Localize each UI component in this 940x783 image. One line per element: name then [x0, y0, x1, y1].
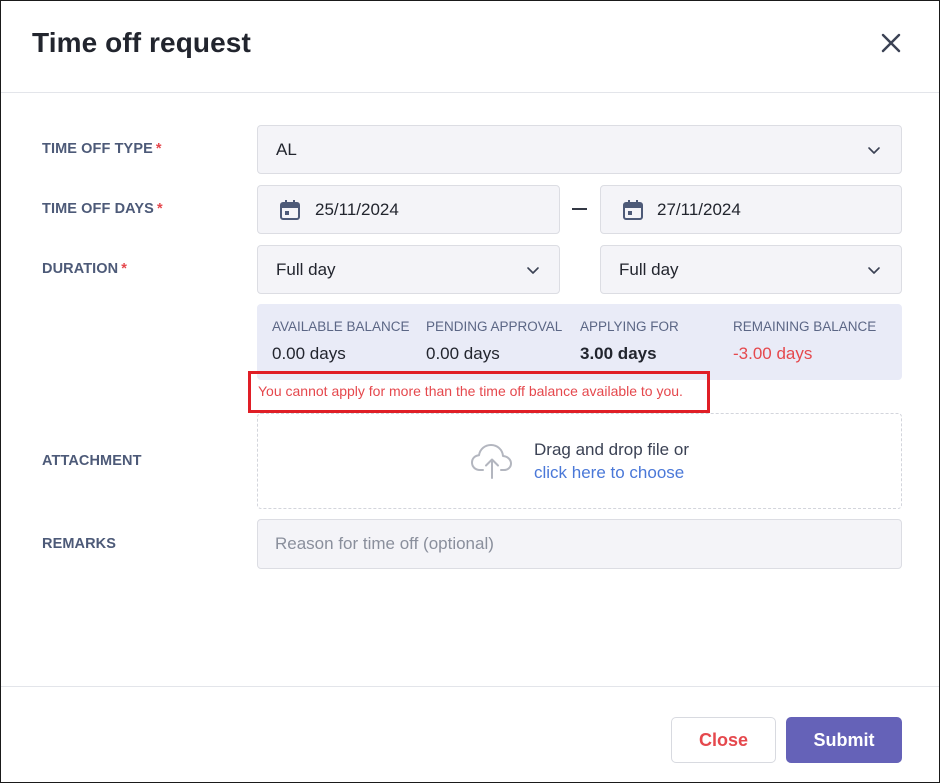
dialog-title: Time off request	[32, 27, 251, 58]
balance-error-message: You cannot apply for more than the time …	[258, 383, 683, 399]
remaining-balance-value: -3.00 days	[733, 344, 813, 363]
chevron-down-icon	[527, 266, 539, 274]
time-off-request-dialog: Time off request TIME OFF TYPE * AL TIME …	[0, 0, 940, 783]
submit-button[interactable]: Submit	[786, 717, 902, 763]
calendar-icon	[280, 199, 300, 220]
time-off-type-select[interactable]: AL	[257, 125, 902, 174]
end-duration-select[interactable]: Full day	[600, 245, 902, 294]
footer-divider	[1, 686, 939, 687]
required-mark: *	[155, 141, 162, 157]
time-off-days-label: TIME OFF DAYS *	[42, 201, 163, 217]
attachment-dropzone[interactable]: Drag and drop file or click here to choo…	[257, 413, 902, 509]
calendar-icon	[623, 199, 643, 220]
pending-approval-label: PENDING APPROVAL	[426, 319, 563, 334]
remaining-balance-label: REMAINING BALANCE	[733, 319, 877, 334]
remaining-balance: REMAINING BALANCE -3.00 days	[733, 319, 876, 364]
remarks-input[interactable]	[257, 519, 902, 569]
time-off-type-label: TIME OFF TYPE *	[42, 141, 162, 157]
end-date-value: 27/11/2024	[657, 199, 741, 219]
duration-label: DURATION *	[42, 261, 127, 277]
pending-approval: PENDING APPROVAL 0.00 days	[426, 319, 562, 364]
chevron-down-icon	[868, 146, 880, 154]
required-mark: *	[121, 261, 127, 277]
available-balance-value: 0.00 days	[272, 344, 346, 363]
dialog-header: Time off request	[1, 1, 939, 93]
close-button[interactable]: Close	[671, 717, 776, 763]
applying-for-label: APPLYING FOR	[580, 319, 679, 334]
start-date-picker[interactable]: 25/11/2024	[257, 185, 560, 234]
start-duration-select[interactable]: Full day	[257, 245, 560, 294]
choose-file-link[interactable]: click here to choose	[534, 463, 684, 483]
balance-summary: AVAILABLE BALANCE 0.00 days PENDING APPR…	[257, 304, 902, 380]
start-date-value: 25/11/2024	[315, 199, 399, 219]
attachment-label: ATTACHMENT	[42, 453, 142, 469]
close-icon[interactable]	[877, 29, 905, 57]
cloud-upload-icon	[471, 444, 512, 479]
available-balance: AVAILABLE BALANCE 0.00 days	[272, 319, 410, 364]
applying-for: APPLYING FOR 3.00 days	[580, 319, 679, 364]
available-balance-label: AVAILABLE BALANCE	[272, 319, 410, 334]
applying-for-value: 3.00 days	[580, 344, 657, 363]
pending-approval-value: 0.00 days	[426, 344, 500, 363]
time-off-type-value: AL	[276, 139, 297, 159]
start-duration-value: Full day	[276, 259, 336, 279]
required-mark: *	[156, 201, 163, 217]
end-date-picker[interactable]: 27/11/2024	[600, 185, 902, 234]
chevron-down-icon	[868, 266, 880, 274]
dropzone-text: Drag and drop file or	[534, 440, 689, 459]
end-duration-value: Full day	[619, 259, 679, 279]
remarks-label: REMARKS	[42, 536, 117, 552]
date-range-separator	[572, 208, 587, 210]
